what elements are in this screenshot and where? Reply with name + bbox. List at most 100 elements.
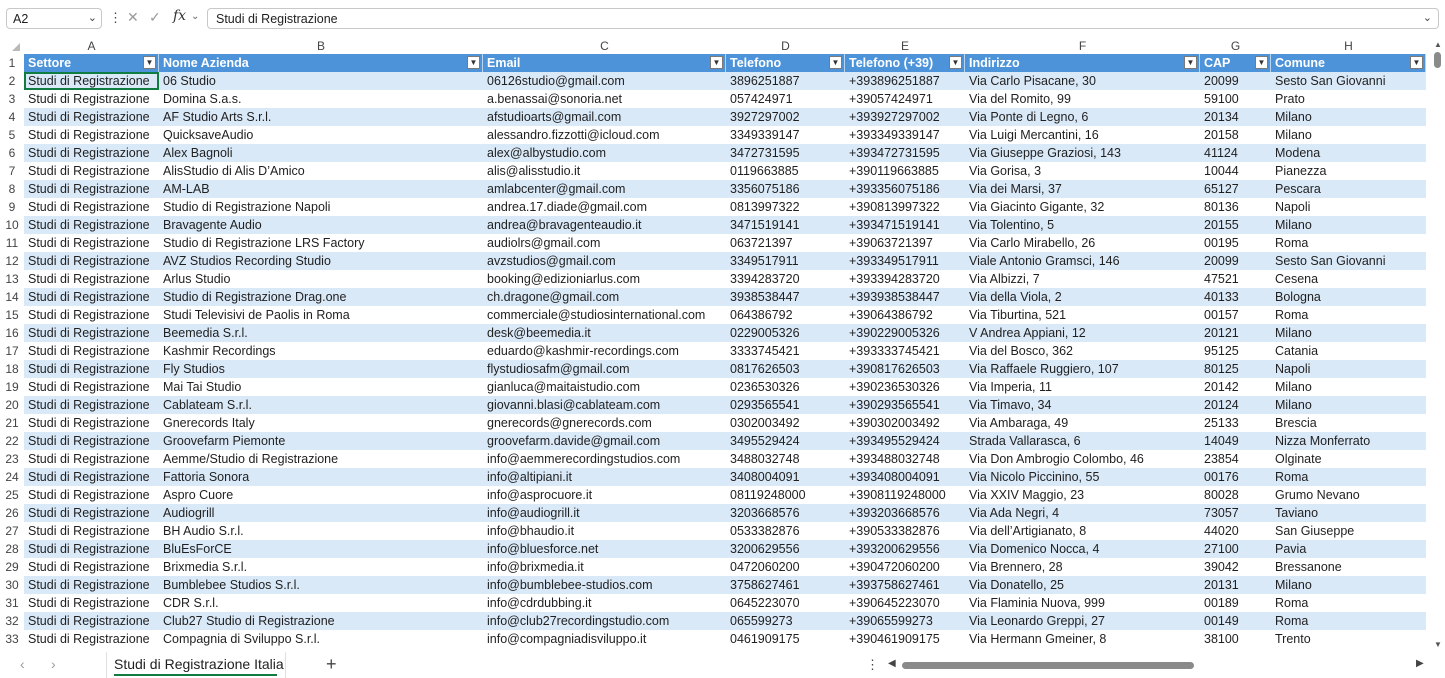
cell-settore[interactable]: Studi di Registrazione <box>24 270 159 288</box>
cell-telefono[interactable]: 0533382876 <box>726 522 845 540</box>
header-cell-settore[interactable]: Settore ▼ <box>24 54 159 72</box>
cell-telefono-39[interactable]: +393349517911 <box>845 252 965 270</box>
cell-comune[interactable]: Napoli <box>1271 198 1426 216</box>
cell-email[interactable]: andrea@bravagenteaudio.it <box>483 216 726 234</box>
cell-telefono[interactable]: 065599273 <box>726 612 845 630</box>
header-cell-comune[interactable]: Comune ▼ <box>1271 54 1426 72</box>
cell-telefono-39[interactable]: +390533382876 <box>845 522 965 540</box>
cell-nome-azienda[interactable]: Gnerecords Italy <box>159 414 483 432</box>
filter-dropdown-icon[interactable]: ▼ <box>710 56 723 69</box>
row-number[interactable]: 17 <box>0 342 24 360</box>
cell-telefono-39[interactable]: +390817626503 <box>845 360 965 378</box>
cell-settore[interactable]: Studi di Registrazione <box>24 468 159 486</box>
cell-indirizzo[interactable]: Via Raffaele Ruggiero, 107 <box>965 360 1200 378</box>
cell-comune[interactable]: Sesto San Giovanni <box>1271 252 1426 270</box>
cell-nome-azienda[interactable]: Audiogrill <box>159 504 483 522</box>
cell-email[interactable]: groovefarm.davide@gmail.com <box>483 432 726 450</box>
cell-settore[interactable]: Studi di Registrazione <box>24 450 159 468</box>
cell-indirizzo[interactable]: Via Brennero, 28 <box>965 558 1200 576</box>
cell-cap[interactable]: 20121 <box>1200 324 1271 342</box>
row-number[interactable]: 29 <box>0 558 24 576</box>
cell-settore[interactable]: Studi di Registrazione <box>24 324 159 342</box>
row-number[interactable]: 8 <box>0 180 24 198</box>
cell-indirizzo[interactable]: Strada Vallarasca, 6 <box>965 432 1200 450</box>
cell-cap[interactable]: 80136 <box>1200 198 1271 216</box>
cell-nome-azienda[interactable]: Club27 Studio di Registrazione <box>159 612 483 630</box>
cell-indirizzo[interactable]: Via Hermann Gmeiner, 8 <box>965 630 1200 648</box>
row-number[interactable]: 28 <box>0 540 24 558</box>
cell-telefono-39[interactable]: +393471519141 <box>845 216 965 234</box>
cell-telefono[interactable]: 0817626503 <box>726 360 845 378</box>
cell-settore[interactable]: Studi di Registrazione <box>24 198 159 216</box>
cell-email[interactable]: gnerecords@gnerecords.com <box>483 414 726 432</box>
cell-telefono-39[interactable]: +390236530326 <box>845 378 965 396</box>
cell-telefono[interactable]: 3471519141 <box>726 216 845 234</box>
row-number[interactable]: 19 <box>0 378 24 396</box>
cell-cap[interactable]: 95125 <box>1200 342 1271 360</box>
cell-nome-azienda[interactable]: Mai Tai Studio <box>159 378 483 396</box>
cell-settore[interactable]: Studi di Registrazione <box>24 396 159 414</box>
cell-telefono-39[interactable]: +39064386792 <box>845 306 965 324</box>
chevron-down-icon[interactable]: ⌄ <box>191 11 199 22</box>
insert-function-icon[interactable]: fx <box>173 8 186 24</box>
cell-telefono-39[interactable]: +390813997322 <box>845 198 965 216</box>
cell-telefono[interactable]: 3408004091 <box>726 468 845 486</box>
cell-comune[interactable]: Olginate <box>1271 450 1426 468</box>
cell-comune[interactable]: San Giuseppe <box>1271 522 1426 540</box>
cell-email[interactable]: a.benassai@sonoria.net <box>483 90 726 108</box>
cell-email[interactable]: info@bhaudio.it <box>483 522 726 540</box>
cell-indirizzo[interactable]: Via Carlo Pisacane, 30 <box>965 72 1200 90</box>
cell-indirizzo[interactable]: Via Ambaraga, 49 <box>965 414 1200 432</box>
cell-email[interactable]: ch.dragone@gmail.com <box>483 288 726 306</box>
cell-email[interactable]: flystudiosafm@gmail.com <box>483 360 726 378</box>
cell-indirizzo[interactable]: Via della Viola, 2 <box>965 288 1200 306</box>
row-number[interactable]: 21 <box>0 414 24 432</box>
cell-cap[interactable]: 00195 <box>1200 234 1271 252</box>
select-all-corner[interactable] <box>0 38 24 54</box>
cell-indirizzo[interactable]: Via Giuseppe Graziosi, 143 <box>965 144 1200 162</box>
cell-comune[interactable]: Milano <box>1271 378 1426 396</box>
row-number[interactable]: 32 <box>0 612 24 630</box>
cell-telefono[interactable]: 3203668576 <box>726 504 845 522</box>
cell-telefono[interactable]: 0229005326 <box>726 324 845 342</box>
filter-dropdown-icon[interactable]: ▼ <box>467 56 480 69</box>
vertical-scroll-thumb[interactable] <box>1434 52 1441 68</box>
cell-settore[interactable]: Studi di Registrazione <box>24 162 159 180</box>
cell-nome-azienda[interactable]: Fly Studios <box>159 360 483 378</box>
cell-comune[interactable]: Milano <box>1271 126 1426 144</box>
cell-telefono[interactable]: 3938538447 <box>726 288 845 306</box>
row-number[interactable]: 14 <box>0 288 24 306</box>
header-cell-cap[interactable]: CAP ▼ <box>1200 54 1271 72</box>
cell-settore[interactable]: Studi di Registrazione <box>24 522 159 540</box>
cell-comune[interactable]: Roma <box>1271 306 1426 324</box>
cell-telefono-39[interactable]: +393200629556 <box>845 540 965 558</box>
cell-cap[interactable]: 73057 <box>1200 504 1271 522</box>
cell-telefono-39[interactable]: +393472731595 <box>845 144 965 162</box>
cell-telefono-39[interactable]: +390461909175 <box>845 630 965 648</box>
cell-indirizzo[interactable]: Via Leonardo Greppi, 27 <box>965 612 1200 630</box>
cell-comune[interactable]: Bressanone <box>1271 558 1426 576</box>
column-header-b[interactable]: B <box>159 38 483 54</box>
cell-cap[interactable]: 00189 <box>1200 594 1271 612</box>
cell-settore[interactable]: Studi di Registrazione <box>24 144 159 162</box>
spreadsheet-grid[interactable]: ABCDEFGH 1 Settore ▼ Nome Azienda ▼ Email ▼ Tel… <box>0 38 1428 652</box>
formula-input[interactable]: Studi di Registrazione ⌄ <box>207 8 1439 29</box>
cell-comune[interactable]: Trento <box>1271 630 1426 648</box>
cell-email[interactable]: booking@edizioniarlus.com <box>483 270 726 288</box>
header-cell-telefono-39[interactable]: Telefono (+39) ▼ <box>845 54 965 72</box>
cell-comune[interactable]: Pescara <box>1271 180 1426 198</box>
cell-comune[interactable]: Nizza Monferrato <box>1271 432 1426 450</box>
cell-comune[interactable]: Bologna <box>1271 288 1426 306</box>
row-number[interactable]: 12 <box>0 252 24 270</box>
cell-email[interactable]: info@cdrdubbing.it <box>483 594 726 612</box>
cell-telefono-39[interactable]: +393333745421 <box>845 342 965 360</box>
cell-nome-azienda[interactable]: Studio di Registrazione Napoli <box>159 198 483 216</box>
row-number[interactable]: 13 <box>0 270 24 288</box>
cell-settore[interactable]: Studi di Registrazione <box>24 432 159 450</box>
cell-telefono[interactable]: 0236530326 <box>726 378 845 396</box>
cell-nome-azienda[interactable]: Alex Bagnoli <box>159 144 483 162</box>
cell-comune[interactable]: Brescia <box>1271 414 1426 432</box>
cell-settore[interactable]: Studi di Registrazione <box>24 576 159 594</box>
cell-telefono[interactable]: 057424971 <box>726 90 845 108</box>
more-options-icon[interactable]: ⋮ <box>866 657 879 673</box>
